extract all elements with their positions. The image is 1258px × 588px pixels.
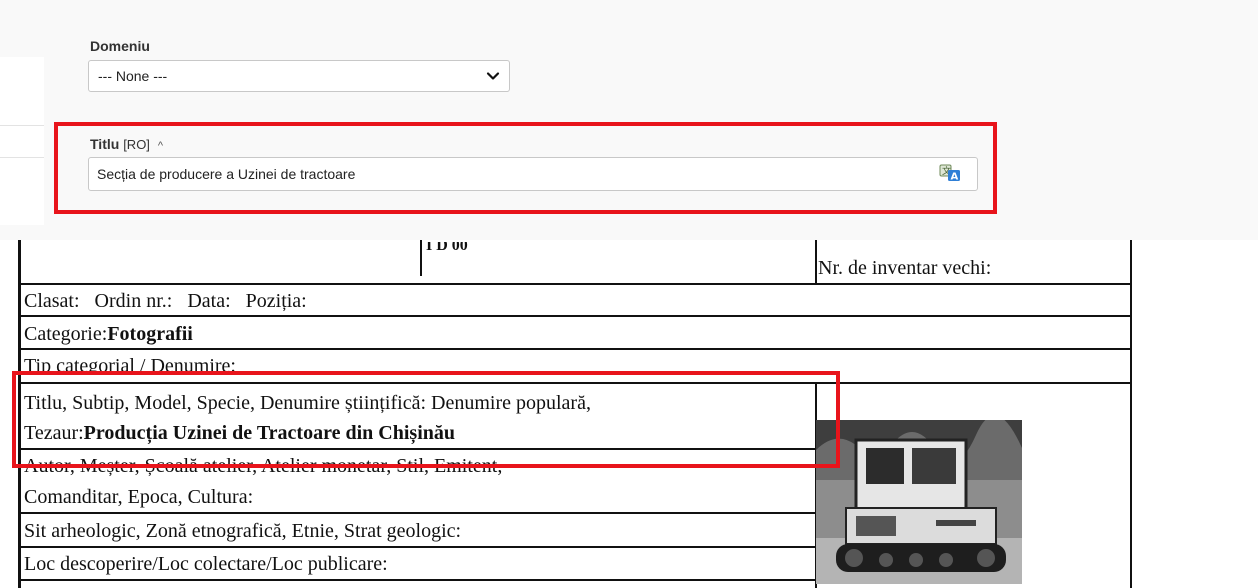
divider: [0, 125, 44, 126]
record-edit-form: Domeniu --- None --- Titlu [RO] ^ 文 A: [0, 0, 1258, 240]
clasat-row: Clasat: Ordin nr.: Data: Poziția:: [24, 290, 307, 312]
cut-off-text: I D 00: [426, 242, 468, 254]
table-border: [18, 546, 816, 548]
domeniu-select[interactable]: --- None ---: [88, 60, 510, 92]
tractor-photo: [816, 420, 1022, 584]
table-border: [18, 348, 1132, 350]
sit-row: Sit arheologic, Zonă etnografică, Etnie,…: [24, 520, 462, 542]
table-border: [420, 240, 422, 276]
table-border: [18, 315, 1132, 317]
inventar-vechi-label: Nr. de inventar vechi:: [818, 257, 992, 279]
categorie-row: Categorie:Fotografii: [24, 323, 193, 345]
loc-row: Loc descoperire/Loc colectare/Loc public…: [24, 553, 388, 575]
table-border: [18, 512, 816, 514]
categorie-value: Fotografii: [107, 323, 193, 345]
highlight-box-titlu-field: [54, 122, 997, 214]
scanned-inventory-sheet: I D 00 Nr. de inventar vechi: Clasat: Or…: [0, 240, 1258, 588]
divider: [0, 157, 44, 158]
chevron-down-icon: [486, 72, 500, 80]
domeniu-selected-value: --- None ---: [98, 68, 168, 84]
table-border: [815, 240, 817, 284]
autor-row-line2: Comanditar, Epoca, Cultura:: [24, 486, 254, 508]
highlight-box-titlu-row: [12, 371, 840, 468]
left-panel-edge: [0, 57, 44, 225]
table-border: [18, 579, 816, 581]
table-border: [18, 283, 1132, 285]
domeniu-label: Domeniu: [90, 38, 150, 54]
table-border: [1130, 240, 1132, 588]
tip-categorial-row: Tip categorial / Denumire:: [24, 355, 236, 371]
